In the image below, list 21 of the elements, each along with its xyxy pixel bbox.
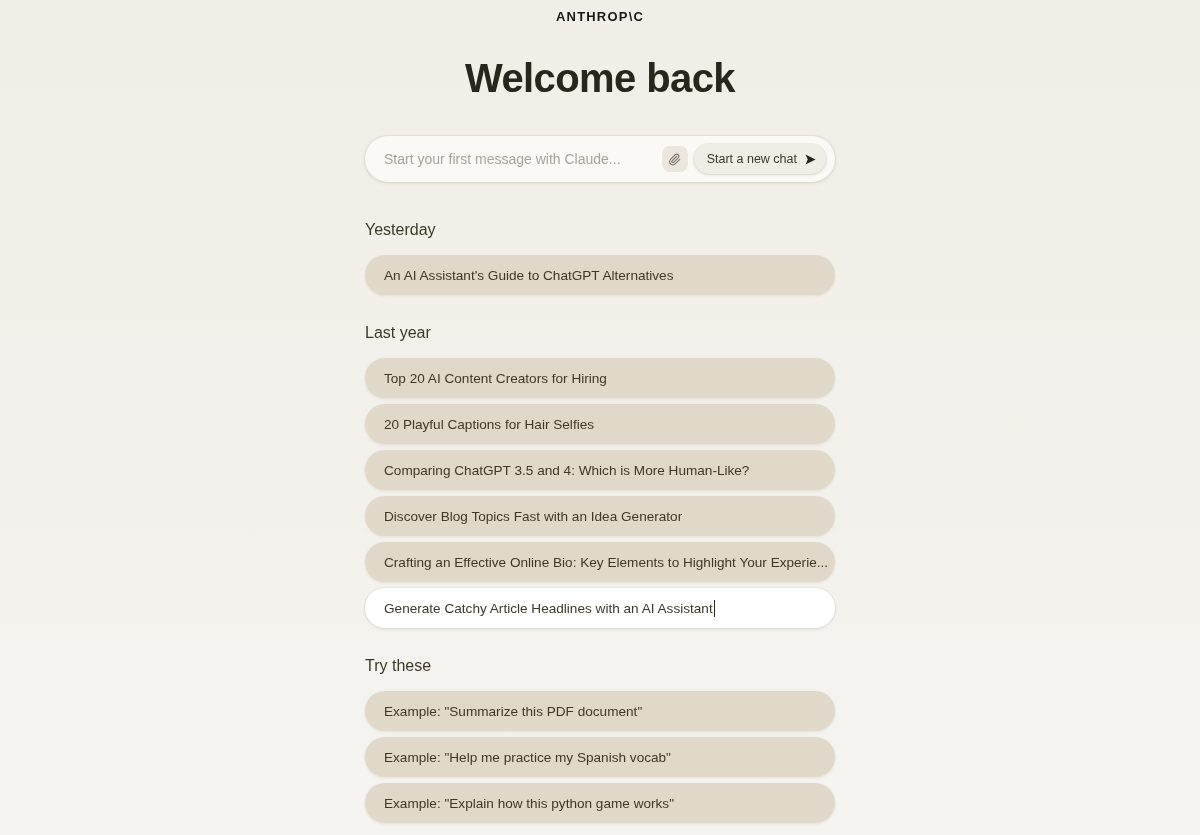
suggestion-item[interactable]: Example: "Explain how this python game works": [365, 783, 835, 823]
conversation-item[interactable]: Top 20 AI Content Creators for Hiring: [365, 358, 835, 398]
message-input[interactable]: Start your first message with Claude...: [384, 151, 656, 167]
conversation-item[interactable]: Crafting an Effective Online Bio: Key Elements to Highlight Your Experie...: [365, 542, 835, 582]
section-heading: Yesterday: [365, 220, 437, 240]
logo: ANTHROP\C: [555, 10, 645, 24]
conversation-item[interactable]: 20 Playful Captions for Hair Selfies: [365, 404, 835, 444]
conversation-item[interactable]: Comparing ChatGPT 3.5 and 4: Which is More Human-Like?: [365, 450, 835, 490]
welcome-heading: Welcome back: [465, 55, 735, 102]
conversation-item[interactable]: Discover Blog Topics Fast with an Idea Generator: [365, 496, 835, 536]
attach-button[interactable]: [661, 146, 688, 172]
section-heading: Try these: [365, 656, 433, 676]
rename-field[interactable]: Generate Catchy Article Headlines with an AI Assistant: [365, 588, 835, 628]
send-icon: [805, 153, 816, 165]
paperclip-icon: [668, 152, 682, 166]
text-cursor-icon: [713, 599, 715, 617]
suggestion-item[interactable]: Example: "Help me practice my Spanish vocab": [365, 737, 835, 777]
start-chat-button[interactable]: Start a new chat: [693, 144, 826, 174]
section-heading: Last year: [365, 323, 432, 343]
suggestion-item[interactable]: Example: "Summarize this PDF document": [365, 691, 835, 731]
conversation-item[interactable]: An AI Assistant's Guide to ChatGPT Alternatives: [365, 255, 835, 295]
